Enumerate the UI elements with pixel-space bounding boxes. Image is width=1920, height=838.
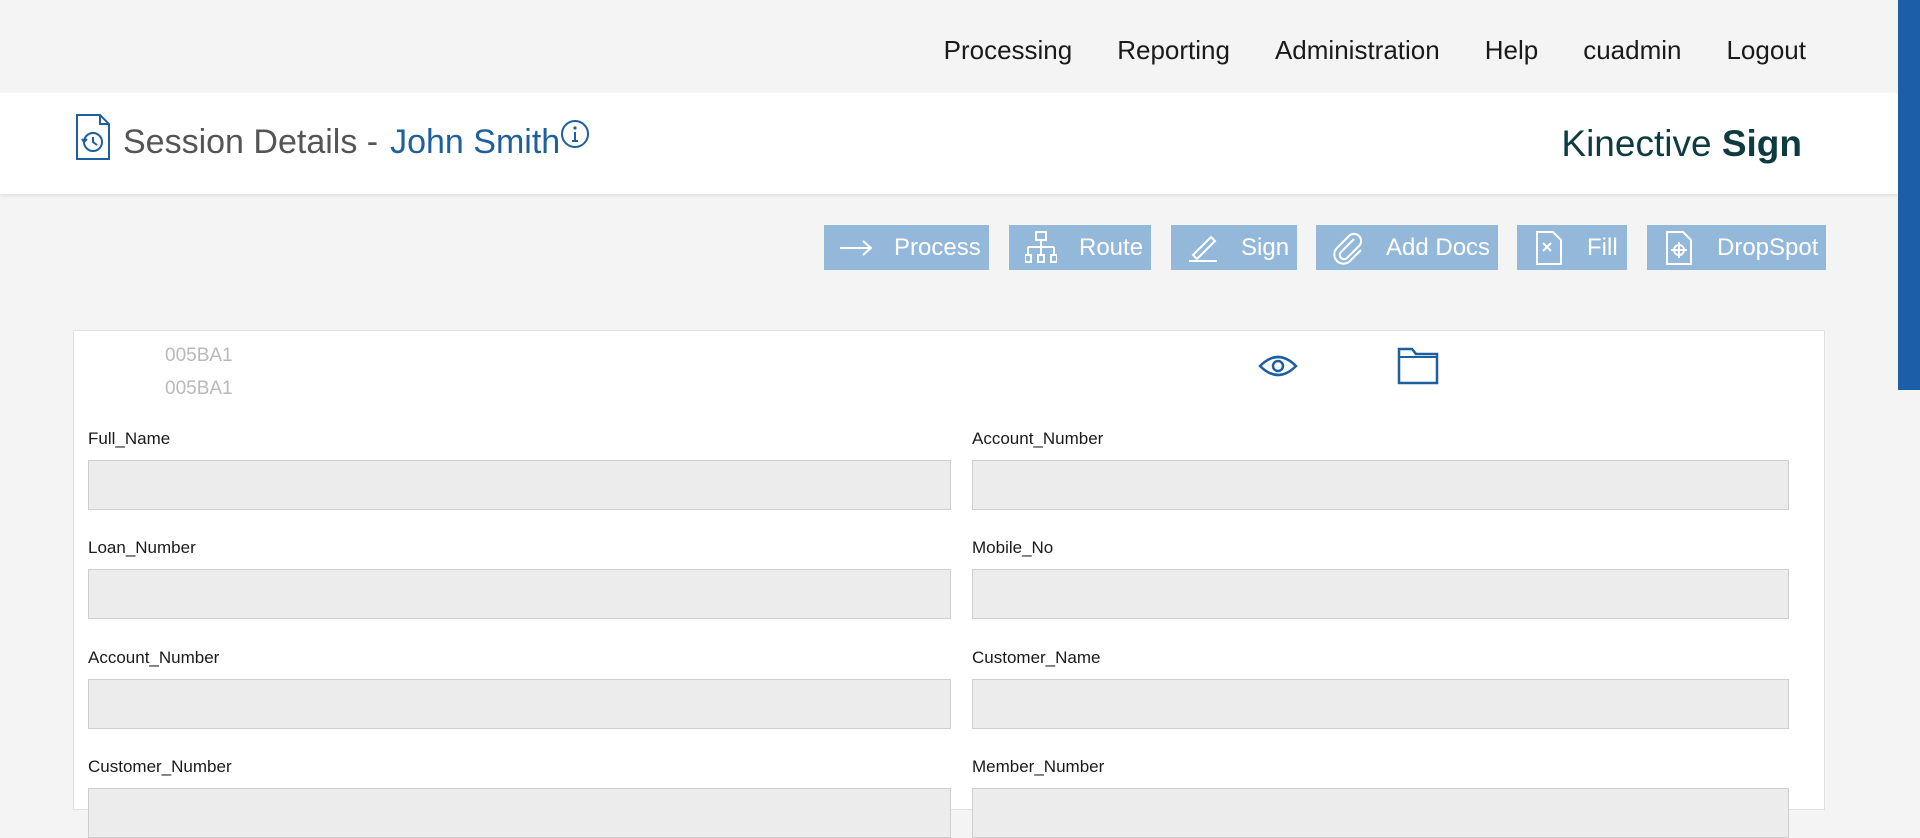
brand-logo: Kinective Sign — [1561, 123, 1802, 165]
folder-icon[interactable] — [1397, 345, 1439, 385]
sign-button[interactable]: Sign — [1171, 225, 1297, 270]
page-title: Session Details - John Smith — [123, 123, 560, 162]
field-label-account-number-2: Account_Number — [88, 648, 220, 667]
field-label-customer-name: Customer_Name — [972, 648, 1101, 667]
nav-reporting[interactable]: Reporting — [1117, 35, 1230, 66]
nav-user[interactable]: cuadmin — [1583, 35, 1681, 66]
member-number-field[interactable] — [972, 788, 1789, 838]
page-title-prefix: Session Details - — [123, 123, 379, 161]
top-nav: Processing Reporting Administration Help… — [0, 0, 1898, 93]
info-icon[interactable] — [560, 119, 590, 149]
add-docs-button-label: Add Docs — [1386, 233, 1491, 261]
session-history-icon — [74, 113, 112, 161]
document-fill-icon — [1531, 230, 1567, 266]
pen-sign-icon — [1185, 230, 1221, 266]
account-number-field-2[interactable] — [88, 679, 951, 729]
page-header: Session Details - John Smith Kinective Si… — [0, 93, 1898, 194]
brand-bold: Sign — [1721, 123, 1802, 164]
document-code: 005BA1 — [165, 345, 233, 366]
document-target-icon — [1661, 230, 1697, 266]
fill-button-label: Fill — [1587, 233, 1618, 261]
org-chart-icon — [1023, 230, 1059, 266]
full-name-field[interactable] — [88, 460, 951, 510]
field-label-customer-number: Customer_Number — [88, 757, 232, 776]
field-label-mobile-no: Mobile_No — [972, 538, 1054, 557]
dropspot-button[interactable]: DropSpot — [1647, 225, 1826, 270]
field-label-account-number: Account_Number — [972, 429, 1104, 448]
dropspot-button-label: DropSpot — [1717, 233, 1819, 261]
route-button[interactable]: Route — [1009, 225, 1151, 270]
document-card: 005BA1 005BA1 Full_Name Account_Number L… — [73, 330, 1825, 838]
nav-logout[interactable]: Logout — [1726, 35, 1806, 66]
process-button[interactable]: Process — [824, 225, 989, 270]
scrollbar-thumb[interactable] — [1898, 0, 1920, 390]
field-label-loan-number: Loan_Number — [88, 538, 196, 557]
customer-name: John Smith — [390, 123, 561, 161]
fill-button[interactable]: Fill — [1517, 225, 1627, 270]
nav-links: Processing Reporting Administration Help… — [899, 0, 1806, 100]
route-button-label: Route — [1079, 233, 1144, 261]
nav-help[interactable]: Help — [1485, 35, 1538, 66]
nav-administration[interactable]: Administration — [1275, 35, 1440, 66]
arrow-right-icon — [838, 230, 874, 266]
customer-name-field[interactable] — [972, 679, 1789, 729]
loan-number-field[interactable] — [88, 569, 951, 619]
add-docs-button[interactable]: Add Docs — [1316, 225, 1498, 270]
mobile-no-field[interactable] — [972, 569, 1789, 619]
field-label-full-name: Full_Name — [88, 429, 171, 448]
sign-button-label: Sign — [1241, 233, 1290, 261]
nav-processing[interactable]: Processing — [944, 35, 1073, 66]
account-number-field[interactable] — [972, 460, 1789, 510]
field-label-member-number: Member_Number — [972, 757, 1105, 776]
document-code: 005BA1 — [165, 378, 233, 399]
customer-number-field[interactable] — [88, 788, 951, 838]
paperclip-icon — [1330, 230, 1366, 266]
process-button-label: Process — [894, 233, 981, 261]
eye-icon[interactable] — [1258, 351, 1298, 381]
brand-light: Kinective — [1561, 123, 1712, 164]
